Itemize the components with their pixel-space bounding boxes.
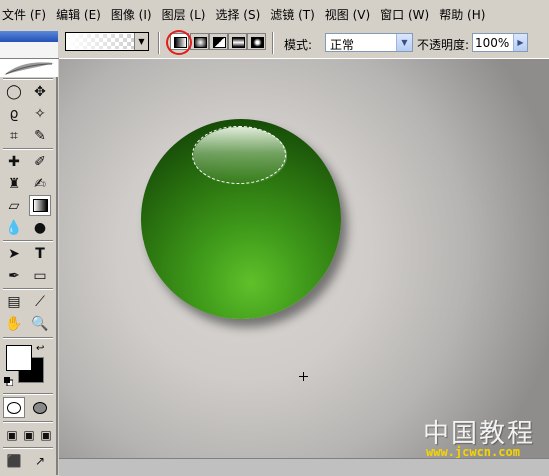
options-bar: ▼ 模式: 正常 ▼ 不透明度: 100% ▶ [0,28,549,81]
swap-colors-icon[interactable]: ↩ [36,343,44,354]
zoom-tool-icon[interactable]: 🔍 [29,313,51,334]
menu-layer[interactable]: 图层 (L) [157,6,211,23]
hand-tool-icon[interactable]: ✋ [3,313,25,334]
diamond-gradient-button[interactable] [247,33,266,50]
separator [3,337,53,339]
watermark-url: www.jcwcn.com [426,445,520,458]
lasso-tool-icon[interactable]: ϱ [3,103,25,124]
document-canvas[interactable]: 中国教程网 www.jcwcn.com [59,59,549,458]
status-bar [59,458,549,476]
menu-select[interactable]: 选择 (S) [210,6,265,23]
dropdown-arrow-icon[interactable]: ▼ [134,33,148,50]
mode-select[interactable]: 正常 ▼ [325,33,413,52]
menu-help[interactable]: 帮助 (H) [434,6,490,23]
menu-window[interactable]: 窗口 (W) [375,6,434,23]
slice-tool-icon[interactable]: ✎ [29,125,51,146]
pen-tool-icon[interactable]: ✒ [3,265,25,286]
eyedropper-tool-icon[interactable]: ⟋ [29,291,51,312]
gradient-tool-icon[interactable] [29,195,51,216]
menu-view[interactable]: 视图 (V) [320,6,375,23]
diamond-gradient-icon [251,37,264,48]
tool-preset-grip[interactable] [0,28,58,58]
opacity-value: 100% [475,36,510,50]
separator [3,148,53,150]
menu-file[interactable]: 文件 (F) [0,6,51,23]
opacity-label: 不透明度: [417,38,470,52]
jump-arrow-icon[interactable]: ↗ [29,450,51,471]
separator [3,240,53,242]
mode-label: 模式: [284,38,313,52]
notes-tool-icon[interactable]: ▤ [3,291,25,312]
reflected-gradient-button[interactable] [228,33,247,50]
brush-tool-icon[interactable]: ✐ [29,151,51,172]
imageready-jump-icon[interactable]: ⬛ [3,450,25,471]
magic-wand-tool-icon[interactable]: ✧ [29,103,51,124]
separator [3,447,53,449]
angle-gradient-icon [213,37,226,48]
clone-stamp-tool-icon[interactable]: ♜ [3,173,25,194]
titlebar-fragment [0,31,58,42]
reflected-gradient-icon [232,37,245,48]
menu-filter[interactable]: 滤镜 (T) [265,6,320,23]
gradient-preview [67,34,135,49]
screen-mode-full-icon[interactable]: ▣ [35,424,57,445]
separator [272,32,274,54]
blur-tool-icon[interactable]: 💧 [3,217,25,238]
healing-brush-tool-icon[interactable]: ✚ [3,151,25,172]
type-tool-icon[interactable]: T [29,243,51,264]
standard-mode-shape [7,401,21,414]
menu-edit[interactable]: 编辑 (E) [51,6,106,23]
dodge-tool-icon[interactable]: ● [29,217,51,238]
chevron-down-icon[interactable]: ▼ [396,34,412,51]
arrow-right-icon[interactable]: ▶ [513,34,527,51]
default-colors-icon[interactable] [4,377,13,386]
radial-gradient-button[interactable] [190,33,209,50]
separator [3,393,53,395]
standard-mode-icon[interactable] [3,397,25,418]
rectangle-tool-icon[interactable]: ▭ [29,265,51,286]
move-tool-icon[interactable]: ✥ [29,81,51,102]
crosshair-cursor-icon [299,372,308,381]
path-selection-tool-icon[interactable]: ➤ [3,243,25,264]
marquee-tool-icon[interactable]: ◯ [3,81,25,102]
angle-gradient-button[interactable] [209,33,228,50]
gradient-picker[interactable]: ▼ [65,32,149,51]
separator [3,421,53,423]
gradient-swatch-icon [32,199,48,212]
annotation-circle [166,30,192,55]
feather-logo-icon [0,59,58,77]
menu-bar: 文件 (F) 编辑 (E) 图像 (I) 图层 (L) 选择 (S) 滤镜 (T… [0,0,549,29]
radial-gradient-icon [194,37,207,48]
elliptical-selection-marquee[interactable] [192,126,286,184]
opacity-field[interactable]: 100% ▶ [472,33,528,52]
quick-mask-mode-icon[interactable] [29,397,51,418]
toolbox: ◯ ✥ ϱ ✧ ⌗ ✎ ✚ ✐ ♜ ✍ ▱ 💧 ● ➤ T ✒ ▭ ▤ ⟋ ✋ … [0,59,58,475]
menu-image[interactable]: 图像 (I) [106,6,157,23]
foreground-color-swatch[interactable] [6,345,32,371]
quick-mask-shape [33,401,47,414]
separator [3,288,53,290]
eraser-tool-icon[interactable]: ▱ [3,195,25,216]
tool-preset-area [0,42,58,58]
crop-tool-icon[interactable]: ⌗ [3,125,25,146]
history-brush-tool-icon[interactable]: ✍ [29,173,51,194]
separator [3,78,53,80]
mode-value: 正常 [330,38,355,52]
separator [158,32,160,54]
